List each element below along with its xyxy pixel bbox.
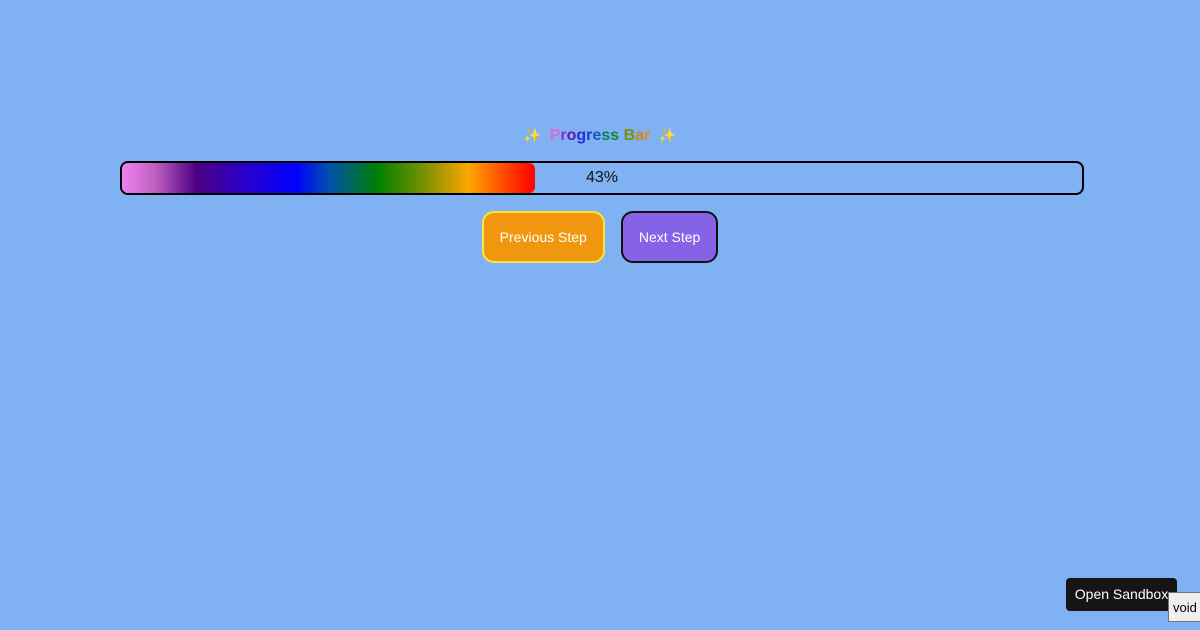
title-letter: P — [549, 127, 561, 144]
progress-bar: 43% — [120, 161, 1084, 195]
title-letter: s — [610, 127, 620, 144]
title-letter: g — [576, 127, 587, 144]
sparkle-icon: ✨ — [523, 127, 542, 143]
progress-percentage: 43% — [585, 169, 619, 186]
title-letter: a — [635, 127, 645, 144]
void-button[interactable]: void — [1168, 592, 1200, 622]
title-letter: o — [566, 127, 577, 144]
step-buttons: Previous Step Next Step — [0, 211, 1200, 263]
open-sandbox-button[interactable]: Open Sandbox — [1066, 578, 1177, 611]
title-text: Progress Bar — [550, 127, 651, 144]
next-step-button[interactable]: Next Step — [620, 211, 719, 263]
title-letter: s — [601, 127, 611, 144]
title-letter: e — [592, 127, 602, 144]
page-title: ✨ Progress Bar ✨ — [0, 124, 1200, 147]
sparkle-icon: ✨ — [658, 127, 677, 143]
title-letter: B — [623, 127, 636, 144]
page: ✨ Progress Bar ✨ 43% Previous Step Next … — [0, 0, 1200, 630]
previous-step-button[interactable]: Previous Step — [481, 211, 605, 263]
title-letter: r — [644, 127, 651, 144]
